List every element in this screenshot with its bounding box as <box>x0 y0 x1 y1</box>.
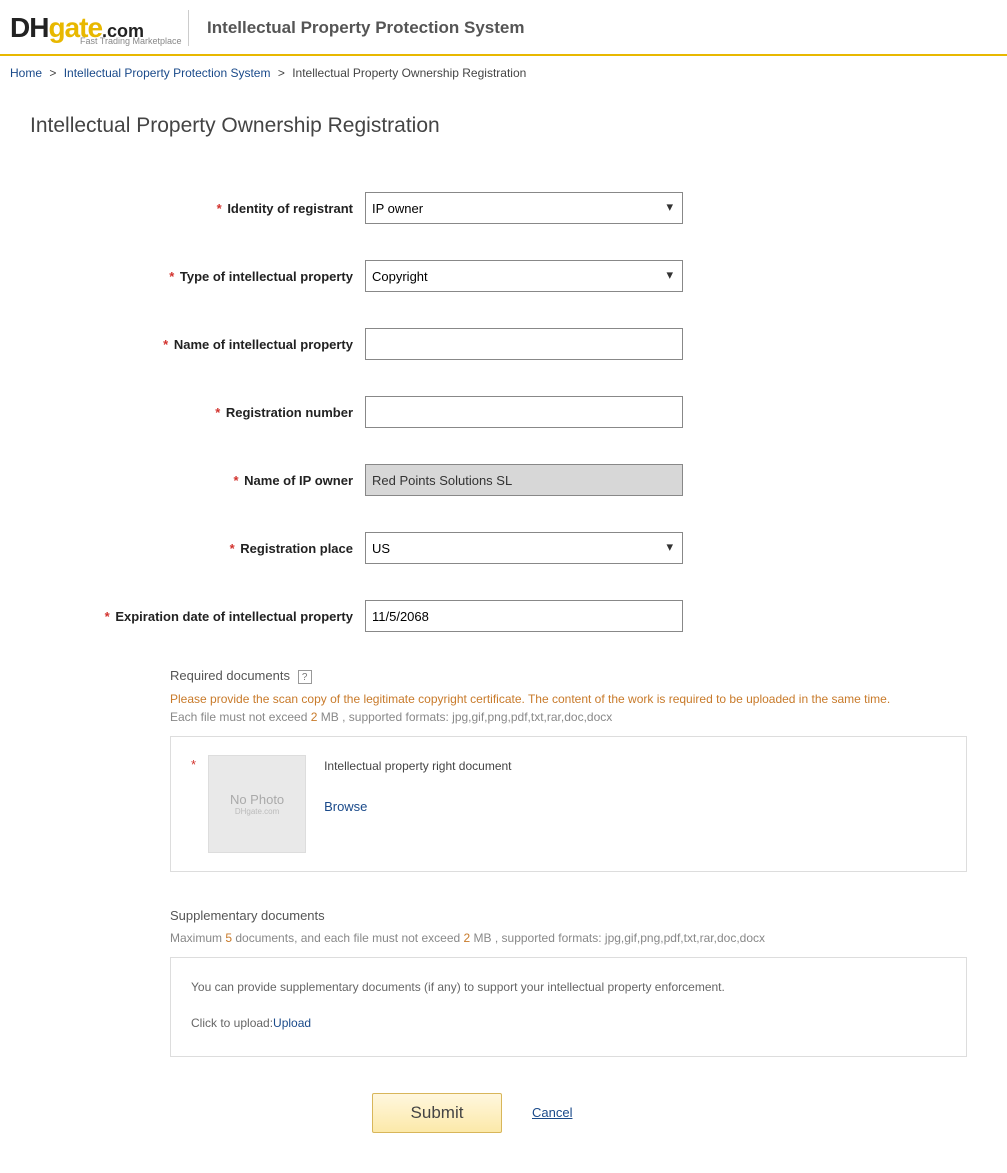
input-owner <box>365 464 683 496</box>
upload-box: * No Photo DHgate.com Intellectual prope… <box>170 736 967 872</box>
supp-line2: Click to upload:Upload <box>191 1016 946 1030</box>
breadcrumb-sep: > <box>49 66 56 80</box>
upload-link[interactable]: Upload <box>273 1016 311 1030</box>
supp-box: You can provide supplementary documents … <box>170 957 967 1057</box>
header-bar: DHgate.com Fast Trading Marketplace Inte… <box>0 0 1007 56</box>
upload-text: Intellectual property right document Bro… <box>324 755 511 814</box>
label-expire: * Expiration date of intellectual proper… <box>10 609 365 624</box>
submit-button[interactable]: Submit <box>372 1093 502 1133</box>
supp-line1: You can provide supplementary documents … <box>191 980 946 994</box>
supp-sub: Maximum 5 documents, and each file must … <box>170 931 967 945</box>
select-identity[interactable]: IP owner <box>365 192 683 224</box>
row-owner: * Name of IP owner <box>10 464 997 496</box>
row-name-ip: * Name of intellectual property <box>10 328 997 360</box>
label-identity: * Identity of registrant <box>10 201 365 216</box>
required-docs-heading: Required documents ? <box>170 668 967 684</box>
logo[interactable]: DHgate.com Fast Trading Marketplace <box>10 12 144 44</box>
row-place: * Registration place US <box>10 532 997 564</box>
breadcrumb-system[interactable]: Intellectual Property Protection System <box>64 66 271 80</box>
required-docs-sub: Each file must not exceed 2 MB , support… <box>170 710 967 724</box>
page-title: Intellectual Property Ownership Registra… <box>0 86 1007 148</box>
supp-heading: Supplementary documents <box>170 908 967 923</box>
header-title: Intellectual Property Protection System <box>207 18 524 38</box>
label-place: * Registration place <box>10 541 365 556</box>
help-icon[interactable]: ? <box>298 670 312 684</box>
breadcrumb-home[interactable]: Home <box>10 66 42 80</box>
supplementary-section: Supplementary documents Maximum 5 docume… <box>170 908 967 1057</box>
label-reg-num: * Registration number <box>10 405 365 420</box>
input-reg-num[interactable] <box>365 396 683 428</box>
no-photo-placeholder: No Photo DHgate.com <box>208 755 306 853</box>
breadcrumb-sep: > <box>278 66 285 80</box>
breadcrumb-current: Intellectual Property Ownership Registra… <box>292 66 526 80</box>
select-type[interactable]: Copyright <box>365 260 683 292</box>
logo-dh: DH <box>10 12 48 43</box>
row-type: * Type of intellectual property Copyrigh… <box>10 260 997 292</box>
row-expire: * Expiration date of intellectual proper… <box>10 600 997 632</box>
required-docs-section: Required documents ? Please provide the … <box>170 668 967 872</box>
select-place[interactable]: US <box>365 532 683 564</box>
browse-link[interactable]: Browse <box>324 799 511 814</box>
form-area: * Identity of registrant IP owner * Type… <box>0 148 1007 1173</box>
doc-label: Intellectual property right document <box>324 759 511 773</box>
input-expire[interactable] <box>365 600 683 632</box>
button-row: Submit Cancel <box>372 1093 997 1163</box>
no-photo-text: No Photo <box>230 792 284 807</box>
row-reg-num: * Registration number <box>10 396 997 428</box>
no-photo-sub: DHgate.com <box>235 807 279 816</box>
row-identity: * Identity of registrant IP owner <box>10 192 997 224</box>
label-type: * Type of intellectual property <box>10 269 365 284</box>
breadcrumb: Home > Intellectual Property Protection … <box>0 56 1007 86</box>
divider <box>188 10 189 46</box>
logo-tagline: Fast Trading Marketplace <box>80 36 182 46</box>
required-docs-notice: Please provide the scan copy of the legi… <box>170 692 967 706</box>
cancel-link[interactable]: Cancel <box>532 1105 572 1120</box>
label-name-ip: * Name of intellectual property <box>10 337 365 352</box>
input-name-ip[interactable] <box>365 328 683 360</box>
req-asterisk: * <box>191 757 196 772</box>
label-owner: * Name of IP owner <box>10 473 365 488</box>
